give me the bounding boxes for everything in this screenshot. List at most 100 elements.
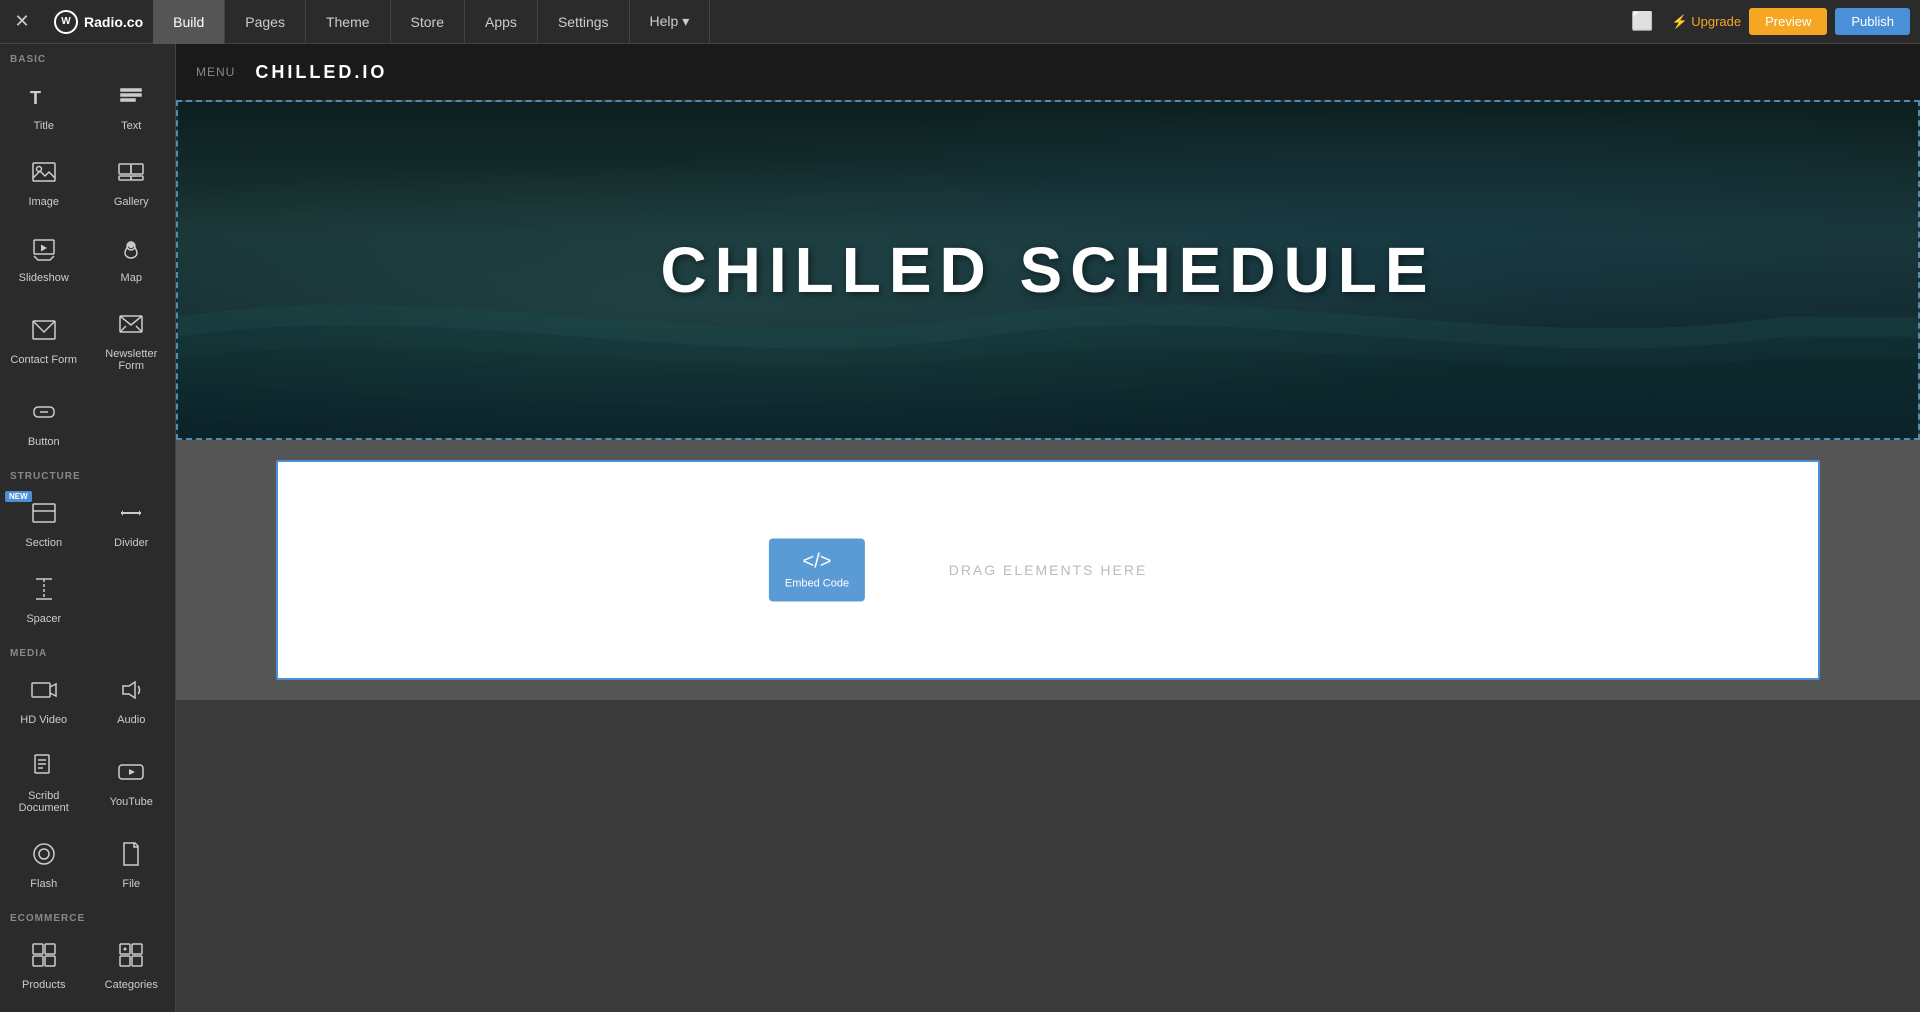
hd-video-icon (30, 676, 58, 710)
sidebar-item-image[interactable]: Image (0, 145, 88, 221)
flash-icon (30, 840, 58, 874)
sidebar-item-youtube[interactable]: YouTube (88, 739, 176, 827)
site-header: MENU CHILLED.IO (176, 44, 1920, 100)
close-icon: ✕ (14, 11, 29, 32)
sidebar-item-button-label: Button (28, 436, 60, 448)
tab-help[interactable]: Help ▾ (630, 0, 711, 44)
top-navigation: ✕ W Radio.co Build Pages Theme Store App… (0, 0, 1920, 44)
sidebar-item-gallery-label: Gallery (114, 196, 149, 208)
sidebar-item-categories[interactable]: Categories (88, 928, 176, 1004)
device-toggle[interactable]: ⬜ (1621, 11, 1663, 32)
gallery-icon (117, 158, 145, 192)
close-button[interactable]: ✕ (0, 0, 44, 44)
sidebar-item-file-label: File (122, 878, 140, 890)
sidebar-item-slideshow-label: Slideshow (19, 272, 69, 284)
site-header-title: CHILLED.IO (255, 62, 387, 83)
logo-icon: W (54, 10, 78, 34)
drop-zone-section: </> Embed Code DRAG ELEMENTS HERE (176, 440, 1920, 700)
spacer-icon (30, 575, 58, 609)
sidebar-item-categories-label: Categories (105, 979, 158, 991)
text-icon (117, 82, 145, 116)
categories-icon (117, 941, 145, 975)
sidebar-section-structure: Structure (0, 461, 175, 486)
sidebar-item-slideshow[interactable]: Slideshow (0, 221, 88, 297)
new-badge: NEW (5, 491, 32, 502)
tab-apps[interactable]: Apps (465, 0, 538, 44)
map-icon (117, 234, 145, 268)
sidebar-item-newsletter-label: Newsletter Form (95, 348, 169, 372)
divider-icon (117, 499, 145, 533)
scribd-icon (30, 752, 58, 786)
tab-settings[interactable]: Settings (538, 0, 630, 44)
sidebar-item-divider[interactable]: Divider (88, 486, 176, 562)
main-content: MENU CHILLED.IO CHILLED SCHEDULE </> Emb… (176, 44, 1920, 1012)
publish-button[interactable]: Publish (1835, 8, 1910, 35)
main-layout: Basic T Title Text (0, 44, 1920, 1012)
sidebar-item-map[interactable]: Map (88, 221, 176, 297)
sidebar-item-image-label: Image (28, 196, 59, 208)
embed-code-label: Embed Code (785, 578, 849, 590)
tab-build[interactable]: Build (153, 0, 225, 44)
sidebar-item-products[interactable]: Products (0, 928, 88, 1004)
drop-zone[interactable]: </> Embed Code DRAG ELEMENTS HERE (276, 460, 1820, 680)
tab-store[interactable]: Store (391, 0, 465, 44)
slideshow-icon (30, 234, 58, 268)
sidebar-section-ecommerce: Ecommerce (0, 903, 175, 928)
sidebar-item-divider-label: Divider (114, 537, 148, 549)
sidebar-item-contact-form-label: Contact Form (10, 354, 77, 366)
sidebar-item-text-label: Text (121, 120, 141, 132)
nav-actions: ⬜ ⚡ Upgrade Preview Publish (1621, 8, 1920, 35)
hero-title: CHILLED SCHEDULE (352, 233, 1744, 307)
sidebar-item-scribd[interactable]: Scribd Document (0, 739, 88, 827)
sidebar-item-contact-form[interactable]: Contact Form (0, 297, 88, 385)
newsletter-icon (117, 310, 145, 344)
sidebar-item-file[interactable]: File (88, 827, 176, 903)
sidebar-item-button[interactable]: Button (0, 385, 88, 461)
sidebar-item-audio-label: Audio (117, 714, 145, 726)
sidebar-item-hd-video-label: HD Video (20, 714, 67, 726)
site-header-menu: MENU (196, 65, 235, 79)
sidebar-item-map-label: Map (121, 272, 142, 284)
logo-text: Radio.co (84, 14, 143, 30)
sidebar-item-gallery[interactable]: Gallery (88, 145, 176, 221)
hero-section[interactable]: CHILLED SCHEDULE (176, 100, 1920, 440)
logo: W Radio.co (44, 10, 153, 34)
nav-tabs: Build Pages Theme Store Apps Settings He… (153, 0, 710, 44)
contact-form-icon (30, 316, 58, 350)
sidebar-basic-grid: T Title Text (0, 69, 175, 461)
sidebar-item-section-label: Section (25, 537, 62, 549)
sidebar-ecommerce-grid: Products Categories (0, 928, 175, 1004)
sidebar-item-products-label: Products (22, 979, 65, 991)
sidebar-item-flash-label: Flash (30, 878, 57, 890)
tab-pages[interactable]: Pages (225, 0, 306, 44)
sidebar-section-media: Media (0, 638, 175, 663)
title-icon: T (30, 82, 58, 116)
products-icon (30, 941, 58, 975)
upgrade-button[interactable]: ⚡ Upgrade (1671, 14, 1741, 30)
hero-text-block: CHILLED SCHEDULE (352, 233, 1744, 307)
preview-button[interactable]: Preview (1749, 8, 1827, 35)
sidebar: Basic T Title Text (0, 44, 176, 1012)
sidebar-item-newsletter[interactable]: Newsletter Form (88, 297, 176, 385)
drop-zone-label: DRAG ELEMENTS HERE (949, 562, 1148, 578)
sidebar-item-scribd-label: Scribd Document (7, 790, 81, 814)
sidebar-item-title[interactable]: T Title (0, 69, 88, 145)
sidebar-item-spacer-label: Spacer (26, 613, 61, 625)
button-icon (30, 398, 58, 432)
sidebar-item-audio[interactable]: Audio (88, 663, 176, 739)
sidebar-structure-grid: NEW Section Divider (0, 486, 175, 638)
file-icon (117, 840, 145, 874)
embed-code-icon: </> (803, 551, 832, 574)
svg-text:T: T (30, 88, 41, 108)
tab-theme[interactable]: Theme (306, 0, 391, 44)
sidebar-item-flash[interactable]: Flash (0, 827, 88, 903)
sidebar-item-spacer[interactable]: Spacer (0, 562, 88, 638)
section-icon (30, 499, 58, 533)
sidebar-media-grid: HD Video Audio (0, 663, 175, 903)
audio-icon (117, 676, 145, 710)
sidebar-item-text[interactable]: Text (88, 69, 176, 145)
sidebar-item-hd-video[interactable]: HD Video (0, 663, 88, 739)
embed-code-widget[interactable]: </> Embed Code (769, 539, 865, 602)
youtube-icon (117, 758, 145, 792)
sidebar-item-section[interactable]: NEW Section (0, 486, 88, 562)
